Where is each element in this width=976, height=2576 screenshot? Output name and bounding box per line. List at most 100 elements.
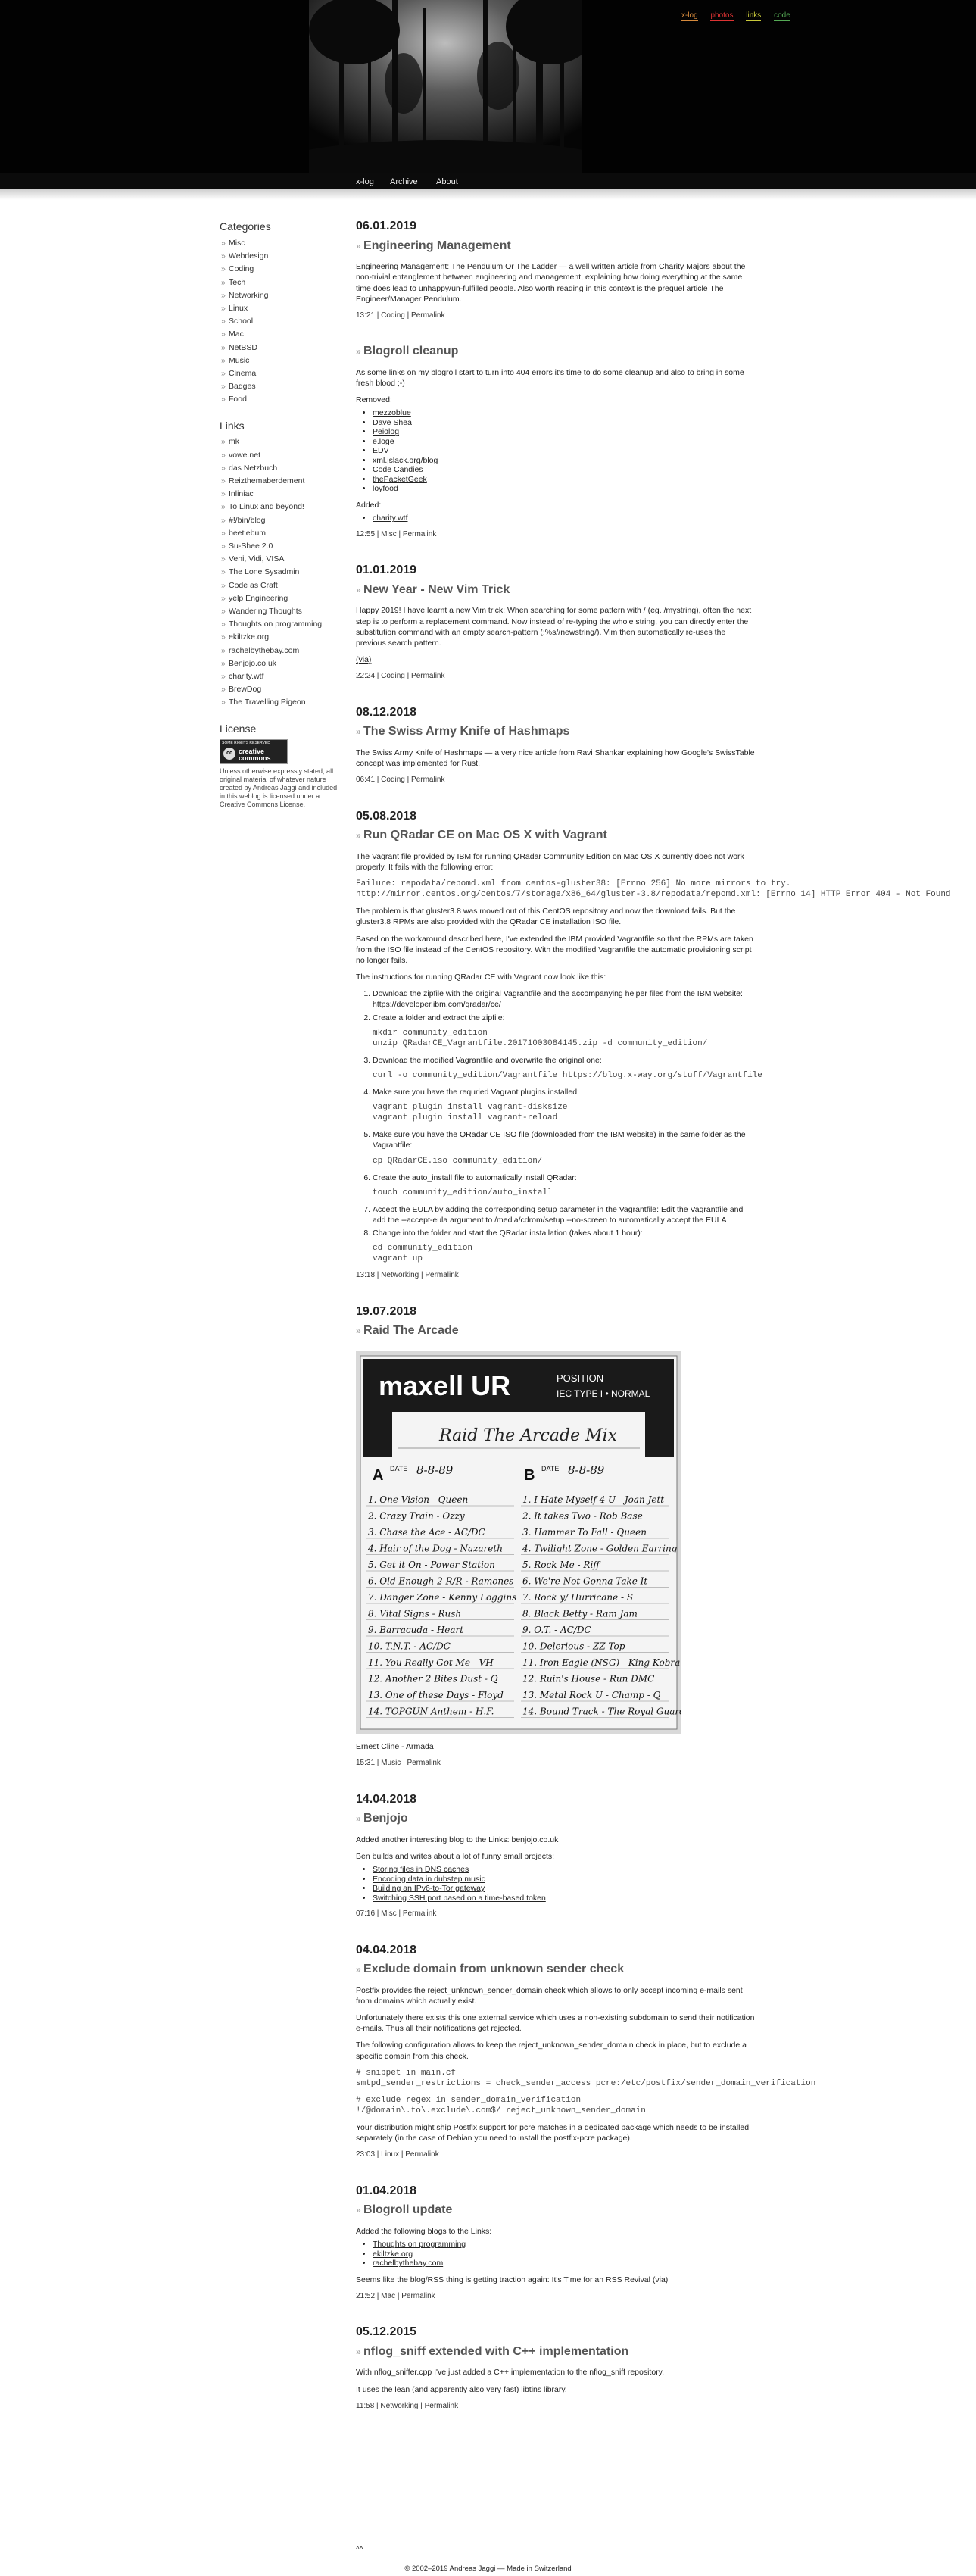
entry-meta[interactable]: 07:16 | Misc | Permalink: [356, 1909, 757, 1919]
track-label: 5. Rock Me - Riff: [522, 1560, 601, 1570]
category-link[interactable]: Tech: [229, 278, 245, 287]
blogroll-link[interactable]: #!/bin/blog: [229, 516, 265, 525]
category-link[interactable]: Badges: [229, 382, 256, 391]
entry-meta[interactable]: 06:41 | Coding | Permalink: [356, 775, 757, 785]
toplink-code[interactable]: code: [774, 11, 790, 21]
caption-link[interactable]: Ernest Cline - Armada: [356, 1742, 434, 1751]
removed-label: Removed:: [356, 395, 392, 405]
entry-text: With nflog_sniffer.cpp I've just added a…: [356, 2368, 665, 2378]
blogroll-item: Benjojo.co.uk: [221, 657, 341, 670]
category-link[interactable]: Webdesign: [229, 251, 268, 261]
category-link[interactable]: Mac: [229, 329, 244, 339]
via-link[interactable]: (via): [356, 655, 371, 664]
category-link[interactable]: School: [229, 317, 253, 326]
entry-meta[interactable]: 12:55 | Misc | Permalink: [356, 529, 757, 540]
blogroll-item: Code as Craft: [221, 579, 341, 592]
list-item: Peiolog: [373, 427, 757, 437]
blogroll-link[interactable]: The Travelling Pigeon: [229, 698, 306, 707]
step-item: Create a folder and extract the zipfile:…: [373, 1013, 757, 1049]
cassette-date-label-b: DATE: [541, 1465, 559, 1472]
entry-date: 01.04.2018: [356, 2184, 417, 2197]
cassette-handwritten-title: Raid The Arcade Mix: [438, 1426, 618, 1445]
blogroll-link[interactable]: Thoughts on programming: [229, 620, 322, 629]
blogroll-link[interactable]: To Linux and beyond!: [229, 502, 304, 511]
projects-list: Storing files in DNS caches Encoding dat…: [356, 1865, 757, 1903]
entry-title[interactable]: Exclude domain from unknown sender check: [356, 1961, 757, 1978]
blogroll-link[interactable]: Benjojo.co.uk: [229, 659, 276, 668]
entry-title[interactable]: Blogroll cleanup: [356, 343, 757, 360]
category-link[interactable]: Music: [229, 356, 249, 365]
category-link[interactable]: NetBSD: [229, 343, 257, 352]
entry-blogroll-update: 01.04.2018 Blogroll update Added the fol…: [356, 2183, 757, 2302]
entry-meta[interactable]: 22:24 | Coding | Permalink: [356, 671, 757, 682]
entry-meta[interactable]: 21:52 | Mac | Permalink: [356, 2291, 757, 2302]
entry-title[interactable]: The Swiss Army Knife of Hashmaps: [356, 723, 757, 740]
entry-title[interactable]: Benjojo: [356, 1810, 757, 1827]
track-label: 11. You Really Got Me - VH: [368, 1657, 494, 1668]
category-link[interactable]: Food: [229, 395, 247, 404]
list-item: Dave Shea: [373, 418, 757, 428]
track-label: 5. Get it On - Power Station: [368, 1560, 495, 1570]
entry-meta[interactable]: 23:03 | Linux | Permalink: [356, 2150, 757, 2160]
blogroll-item: vowe.net: [221, 449, 341, 462]
entry-meta[interactable]: 15:31 | Music | Permalink: [356, 1758, 757, 1769]
blogroll-link[interactable]: mk: [229, 437, 239, 446]
blogroll-item: Inliniac: [221, 488, 341, 501]
blogroll-link[interactable]: beetlebum: [229, 529, 266, 538]
entry-title[interactable]: Raid The Arcade: [356, 1322, 757, 1339]
category-link[interactable]: Networking: [229, 291, 269, 300]
entry-text: The following configuration allows to ke…: [356, 2041, 747, 2061]
category-link[interactable]: Misc: [229, 239, 245, 248]
blogroll-link[interactable]: vowe.net: [229, 451, 260, 460]
blogroll-link[interactable]: Su-Shee 2.0: [229, 542, 273, 551]
track-label: 6. We're Not Gonna Take It: [522, 1575, 647, 1586]
toplink-links[interactable]: links: [746, 11, 762, 21]
blogroll-item: To Linux and beyond!: [221, 501, 341, 514]
category-link[interactable]: Cinema: [229, 369, 256, 378]
blogroll-link[interactable]: das Netzbuch: [229, 464, 277, 473]
back-to-top: ^^: [356, 2545, 363, 2556]
entry-meta[interactable]: 13:18 | Networking | Permalink: [356, 1270, 757, 1281]
track-label: 1. One Vision - Queen: [368, 1494, 468, 1505]
blogroll-item: The Lone Sysadmin: [221, 566, 341, 579]
toplink-xlog[interactable]: x-log: [681, 11, 698, 21]
nav-about[interactable]: About: [436, 176, 458, 188]
blogroll-link[interactable]: Veni, Vidi, VISA: [229, 554, 284, 564]
blogroll-link[interactable]: The Lone Sysadmin: [229, 567, 299, 576]
back-to-top-link[interactable]: ^^: [356, 2546, 363, 2554]
track-label: 10. T.N.T. - AC/DC: [368, 1641, 451, 1651]
blogroll-link[interactable]: rachelbythebay.com: [229, 646, 299, 655]
entry-text: Happy 2019! I have learnt a new Vim tric…: [356, 606, 752, 648]
entry-title[interactable]: Engineering Management: [356, 238, 757, 254]
entry-title[interactable]: Blogroll update: [356, 2202, 757, 2218]
blogroll-link[interactable]: Inliniac: [229, 489, 254, 498]
badge-name: creative commons: [239, 747, 271, 762]
entry-swiss-army-hashmaps: 08.12.2018 The Swiss Army Knife of Hashm…: [356, 704, 757, 785]
entry-title[interactable]: nflog_sniff extended with C++ implementa…: [356, 2343, 757, 2360]
blogroll-item: mk: [221, 436, 341, 448]
blogroll-link[interactable]: ekiltzke.org: [229, 632, 269, 642]
track-label: 12. Ruin's House - Run DMC: [522, 1673, 654, 1684]
entry-meta[interactable]: 13:21 | Coding | Permalink: [356, 311, 757, 321]
header-shadow: [0, 189, 976, 200]
blogroll-link[interactable]: Reizthemaberdement: [229, 476, 304, 486]
list-item: EDV: [373, 446, 757, 456]
entry-text: The Vagrant file provided by IBM for run…: [356, 851, 744, 873]
toplink-photos[interactable]: photos: [710, 11, 734, 21]
code-block: # exclude regex in sender_domain_verific…: [356, 2095, 646, 2115]
entry-title[interactable]: Run QRadar CE on Mac OS X with Vagrant: [356, 827, 757, 844]
nav-xlog[interactable]: x-log: [356, 176, 374, 188]
creative-commons-badge[interactable]: SOME RIGHTS RESERVED cc creative commons: [220, 738, 288, 764]
entry-meta[interactable]: 11:58 | Networking | Permalink: [356, 2401, 757, 2412]
entry-title[interactable]: New Year - New Vim Trick: [356, 582, 757, 598]
entry-date: 04.04.2018: [356, 1943, 417, 1956]
blogroll-link[interactable]: charity.wtf: [229, 672, 263, 681]
category-link[interactable]: Linux: [229, 304, 248, 313]
nav-archive[interactable]: Archive: [390, 176, 418, 188]
blogroll-link[interactable]: Code as Craft: [229, 581, 278, 590]
track-label: 9. O.T. - AC/DC: [522, 1625, 591, 1635]
blogroll-link[interactable]: yelp Engineering: [229, 594, 288, 603]
blogroll-link[interactable]: Wandering Thoughts: [229, 607, 302, 616]
blogroll-link[interactable]: BrewDog: [229, 685, 261, 694]
category-link[interactable]: Coding: [229, 264, 254, 273]
